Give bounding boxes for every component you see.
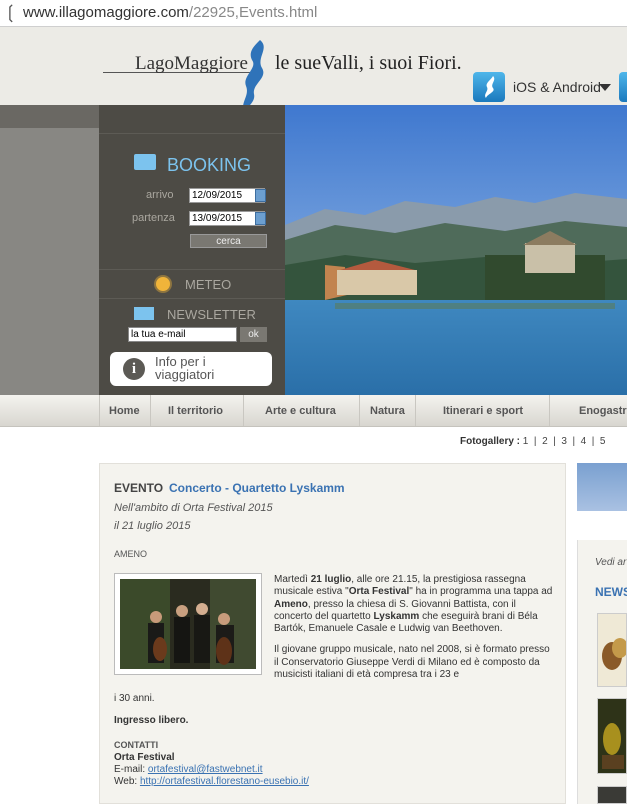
partenza-label: partenza <box>132 212 175 224</box>
news-thumbnail[interactable] <box>597 786 627 804</box>
calendar-icon[interactable] <box>255 212 266 225</box>
page-icon: ❲ <box>3 2 19 22</box>
gallery-page-link[interactable]: 2 <box>542 436 548 447</box>
event-body: Martedì 21 luglio, alle ore 21.15, la pr… <box>274 574 553 690</box>
contact-web-row: Web: http://ortafestival.florestano-euse… <box>114 776 309 787</box>
calendar-icon[interactable] <box>255 189 266 202</box>
nav-itinerari-sport[interactable]: Itinerari e sport <box>443 405 523 417</box>
news-image <box>598 699 626 773</box>
social-icon[interactable] <box>619 72 627 102</box>
evento-label: EVENTO <box>114 481 164 495</box>
event-paragraph: Il giovane gruppo musicale, nato nel 200… <box>274 644 550 681</box>
divider <box>99 298 285 299</box>
lake-app-icon <box>485 76 495 98</box>
url-text: www.illagomaggiore.com/22925,Events.html <box>23 4 318 21</box>
gallery-page-link[interactable]: 1 <box>523 436 529 447</box>
search-button[interactable]: cerca <box>190 234 267 248</box>
news-heading: NEWS <box>595 585 627 599</box>
event-paragraph: Martedì 21 luglio, alle ore 21.15, la pr… <box>274 574 553 635</box>
event-photo[interactable] <box>120 579 256 669</box>
traveler-info-label: Info per i viaggiatori <box>155 354 215 382</box>
gallery-page-link[interactable]: 4 <box>581 436 587 447</box>
contact-email-row: E-mail: ortafestival@fastwebnet.it <box>114 764 263 775</box>
mail-icon <box>134 307 154 320</box>
chevron-down-icon[interactable] <box>599 84 611 91</box>
newsletter-ok-button[interactable]: ok <box>240 327 267 342</box>
nav-divider <box>549 395 550 426</box>
news-image <box>598 614 626 686</box>
site-tagline: le sueValli, i suoi Fiori. <box>275 52 462 74</box>
newsletter-title: NEWSLETTER <box>167 307 256 322</box>
info-icon: i <box>123 358 145 380</box>
news-thumbnail[interactable] <box>597 698 627 774</box>
partenza-date-field[interactable]: 13/09/2015 <box>189 211 265 226</box>
gallery-page-link[interactable]: 3 <box>561 436 567 447</box>
right-banner[interactable] <box>577 463 627 511</box>
contact-name: Orta Festival <box>114 752 175 763</box>
event-date: il 21 luglio 2015 <box>114 520 191 532</box>
news-image <box>598 787 626 803</box>
divider <box>99 269 285 270</box>
divider <box>99 133 285 134</box>
nav-divider <box>415 395 416 426</box>
newsletter-email-field[interactable]: la tua e-mail <box>128 327 237 342</box>
see-also-text[interactable]: Vedi ar <box>595 557 626 568</box>
left-sidebar-band <box>0 105 99 128</box>
nav-enogastronomia[interactable]: Enogastr <box>579 405 627 417</box>
booking-title: BOOKING <box>167 155 252 175</box>
app-download-label[interactable]: iOS & Android <box>513 79 601 95</box>
contact-email-link[interactable]: ortafestival@fastwebnet.it <box>148 764 263 775</box>
nav-home[interactable]: Home <box>109 405 140 417</box>
fotogallery-pager: Fotogallery : 1 | 2 | 3 | 4 | 5 <box>460 436 606 447</box>
event-context: Nell'ambito di Orta Festival 2015 <box>114 502 273 514</box>
event-title[interactable]: Concerto - Quartetto Lyskamm <box>169 481 345 495</box>
left-sidebar-bg <box>0 105 99 395</box>
news-thumbnail[interactable] <box>597 613 627 687</box>
entry-info: Ingresso libero. <box>114 715 189 726</box>
nav-arte-cultura[interactable]: Arte e cultura <box>265 405 336 417</box>
nav-territorio[interactable]: Il territorio <box>168 405 223 417</box>
hero-photo <box>285 105 627 395</box>
arrivo-date-field[interactable]: 12/09/2015 <box>189 188 265 203</box>
event-paragraph-tail: i 30 anni. <box>114 693 155 704</box>
fotogallery-label: Fotogallery : <box>460 436 521 447</box>
sun-icon <box>156 277 170 291</box>
address-bar[interactable]: ❲ www.illagomaggiore.com/22925,Events.ht… <box>0 0 627 27</box>
arrivo-label: arrivo <box>146 189 174 201</box>
nav-divider <box>359 395 360 426</box>
lake-logo-icon <box>243 40 264 112</box>
nav-divider <box>99 395 100 426</box>
nav-divider <box>243 395 244 426</box>
gallery-page-link[interactable]: 5 <box>600 436 606 447</box>
contacts-heading: CONTATTI <box>114 740 159 750</box>
meteo-link[interactable]: METEO <box>185 277 231 292</box>
nav-natura[interactable]: Natura <box>370 405 405 417</box>
nav-divider <box>150 395 151 426</box>
contact-web-link[interactable]: http://ortafestival.florestano-eusebio.i… <box>140 776 309 787</box>
briefcase-icon <box>134 154 156 170</box>
event-place: AMENO <box>114 549 148 559</box>
